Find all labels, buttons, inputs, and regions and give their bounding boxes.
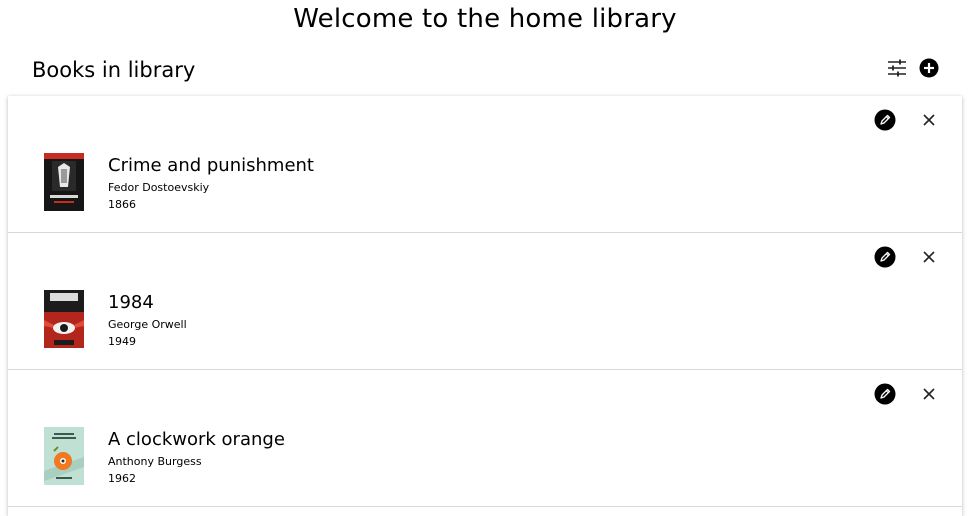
close-icon xyxy=(923,251,935,263)
row-actions xyxy=(874,246,940,268)
book-cover xyxy=(44,153,84,211)
edit-button[interactable] xyxy=(874,246,896,268)
book-row: A clockwork orange Anthony Burgess 1962 xyxy=(8,370,962,507)
library-toolbar xyxy=(886,57,940,79)
book-year: 1866 xyxy=(108,198,136,211)
delete-button[interactable] xyxy=(918,246,940,268)
book-author: George Orwell xyxy=(108,318,187,331)
book-info: A clockwork orange Anthony Burgess 1962 xyxy=(108,428,285,487)
book-year: 1949 xyxy=(108,335,136,348)
book-author: Fedor Dostoevskiy xyxy=(108,181,210,194)
add-book-button[interactable] xyxy=(918,57,940,79)
filter-button[interactable] xyxy=(886,57,908,79)
book-info: Crime and punishment Fedor Dostoevskiy 1… xyxy=(108,154,314,213)
edit-button[interactable] xyxy=(874,383,896,405)
plus-circle-icon xyxy=(919,58,939,78)
row-actions xyxy=(874,109,940,131)
close-icon xyxy=(923,114,935,126)
book-cover xyxy=(44,290,84,348)
delete-button[interactable] xyxy=(918,109,940,131)
book-year: 1962 xyxy=(108,472,136,485)
book-cover xyxy=(44,427,84,485)
cover-a-clockwork-orange-image xyxy=(44,427,84,485)
section-title: Books in library xyxy=(32,58,196,82)
pencil-circle-icon xyxy=(874,383,896,405)
pencil-circle-icon xyxy=(874,246,896,268)
cover-1984-image xyxy=(44,290,84,348)
delete-button[interactable] xyxy=(918,383,940,405)
book-row: Crime and punishment Fedor Dostoevskiy 1… xyxy=(8,96,962,233)
pencil-circle-icon xyxy=(874,109,896,131)
book-title: A clockwork orange xyxy=(108,429,285,450)
book-row: 1984 George Orwell 1949 xyxy=(8,233,962,370)
book-title: 1984 xyxy=(108,292,154,313)
book-title: Crime and punishment xyxy=(108,155,314,176)
edit-button[interactable] xyxy=(874,109,896,131)
close-icon xyxy=(923,388,935,400)
row-actions xyxy=(874,383,940,405)
sliders-icon xyxy=(888,59,906,77)
cover-crime-and-punishment-image xyxy=(44,153,84,211)
book-info: 1984 George Orwell 1949 xyxy=(108,291,187,350)
book-list: Crime and punishment Fedor Dostoevskiy 1… xyxy=(8,96,962,516)
page-title: Welcome to the home library xyxy=(293,4,677,34)
book-author: Anthony Burgess xyxy=(108,455,202,468)
